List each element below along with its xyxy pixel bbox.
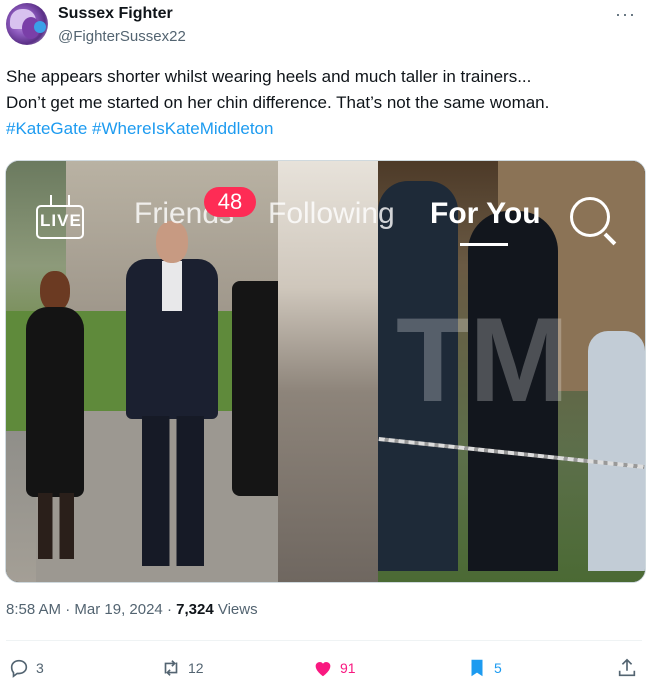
photo-woman [20,271,92,561]
photo-man-shirt [162,261,182,311]
overlay-tab-following: Following [268,197,395,230]
divider [6,640,642,641]
more-options-icon[interactable]: ··· [615,4,636,25]
tweet-date[interactable]: Mar 19, 2024 [74,601,162,618]
reply-button[interactable]: 3 [8,656,44,680]
tweet-text-line2: Don’t get me started on her chin differe… [6,93,550,112]
tweet-meta: 8:58 AM · Mar 19, 2024 · 7,324 Views [6,601,258,618]
bookmark-icon [471,659,483,677]
meta-separator: · [65,601,75,618]
overlay-tab-for-you: For You [430,197,541,230]
watermark: TM [396,293,570,427]
tweet-time[interactable]: 8:58 AM [6,601,61,618]
repost-count: 12 [188,660,204,676]
heart-icon [315,662,331,677]
overlay-tab-underline [460,243,508,246]
share-button[interactable] [616,656,644,680]
reply-icon [10,659,28,678]
photo-woman-legs [38,493,74,559]
avatar-badge [34,21,46,33]
photo-car [232,281,278,496]
share-icon [618,658,636,677]
bookmark-count: 5 [494,660,502,676]
like-button[interactable]: 91 [312,656,356,680]
live-icon: LIVE [36,195,86,239]
repost-icon [164,660,178,676]
photo-person-background [588,331,645,571]
like-count: 91 [340,660,356,676]
photo-woman-head [40,271,70,311]
hashtag-link[interactable]: #WhereIsKateMiddleton [92,119,273,138]
friends-badge: 48 [204,187,256,217]
avatar[interactable] [6,3,48,45]
views-count: 7,324 [176,601,214,618]
display-name[interactable]: Sussex Fighter [58,5,173,23]
views-label: Views [217,601,258,618]
reply-count: 3 [36,660,44,676]
hashtag-link[interactable]: #KateGate [6,119,87,138]
repost-button[interactable]: 12 [160,656,204,680]
tweet-media-image[interactable]: TM LIVE Friends 48 Following For You [5,160,646,583]
tweet-text-line1: She appears shorter whilst wearing heels… [6,67,532,86]
meta-separator: · [166,601,177,618]
bookmark-button[interactable]: 5 [466,656,502,680]
photo-man [116,221,226,566]
photo-woman-dress [26,307,84,497]
live-label: LIVE [40,211,82,230]
photo-man-legs [142,416,204,566]
tweet-hashtags: #KateGate #WhereIsKateMiddleton [6,116,642,142]
tweet-text: She appears shorter whilst wearing heels… [6,64,642,142]
overlay-search-icon [570,197,610,237]
user-handle[interactable]: @FighterSussex22 [58,28,186,45]
